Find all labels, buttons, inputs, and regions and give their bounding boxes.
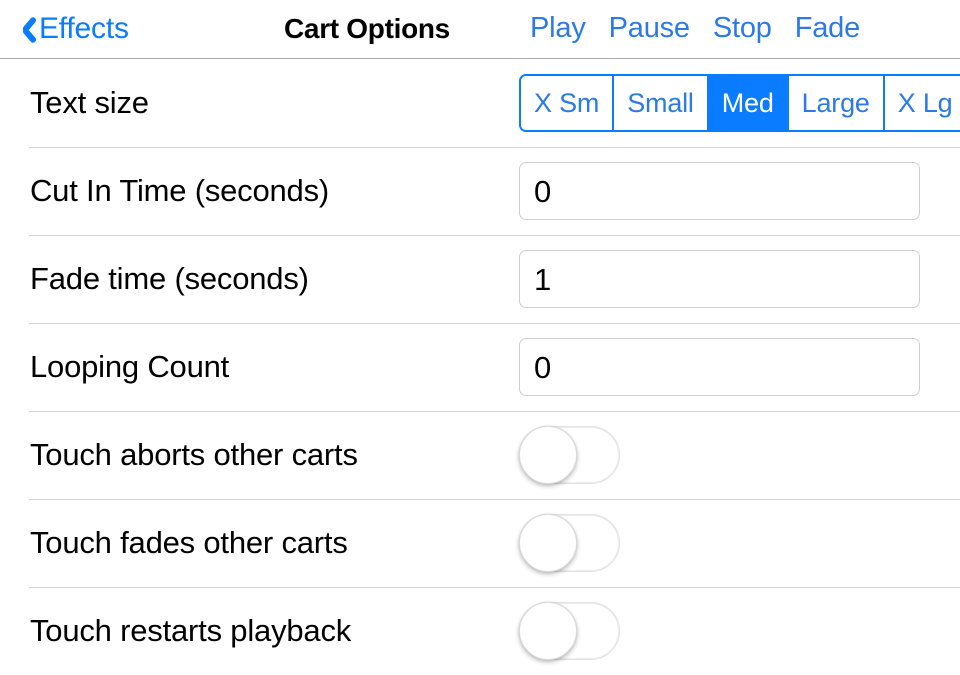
row-label-fade-time: Fade time (seconds) — [30, 261, 309, 296]
segment-large[interactable]: Large — [786, 76, 883, 130]
row-fade-time: Fade time (seconds) 1 — [0, 235, 960, 323]
toggle-knob — [519, 602, 577, 660]
row-touch-restarts-playback: Touch restarts playback — [0, 587, 960, 675]
back-button-label: Effects — [39, 12, 129, 45]
row-looping-count: Looping Count 0 — [0, 323, 960, 411]
fade-time-value: 1 — [534, 261, 552, 297]
chevron-left-icon — [12, 14, 32, 44]
row-text-size: Text size X Sm Small Med Large X Lg — [0, 59, 960, 147]
fade-time-input[interactable]: 1 — [519, 250, 920, 308]
looping-count-control-wrap: 0 — [519, 338, 920, 396]
segment-small[interactable]: Small — [612, 76, 707, 130]
text-size-segmented-control[interactable]: X Sm Small Med Large X Lg — [519, 74, 960, 132]
back-button[interactable]: Effects — [12, 12, 129, 46]
segment-med[interactable]: Med — [706, 76, 787, 130]
touch-aborts-control-wrap — [519, 426, 620, 484]
row-label-touch-fades-other-carts: Touch fades other carts — [30, 525, 348, 560]
page-title: Cart Options — [284, 13, 450, 44]
toggle-knob — [519, 426, 577, 484]
segment-x-sm[interactable]: X Sm — [521, 76, 613, 130]
looping-count-value: 0 — [534, 349, 552, 385]
fade-time-control-wrap: 1 — [519, 250, 920, 308]
toggle-knob — [519, 514, 577, 572]
cut-in-time-control-wrap: 0 — [519, 162, 920, 220]
touch-restarts-control-wrap — [519, 602, 620, 660]
row-touch-aborts-other-carts: Touch aborts other carts — [0, 411, 960, 499]
touch-restarts-playback-toggle[interactable] — [519, 602, 620, 660]
settings-list: Text size X Sm Small Med Large X Lg Cut … — [0, 59, 960, 675]
row-label-text-size: Text size — [30, 85, 149, 120]
row-label-touch-aborts-other-carts: Touch aborts other carts — [30, 437, 358, 472]
looping-count-input[interactable]: 0 — [519, 338, 920, 396]
row-cut-in-time: Cut In Time (seconds) 0 — [0, 147, 960, 235]
play-button[interactable]: Play — [530, 12, 586, 45]
row-label-cut-in-time: Cut In Time (seconds) — [30, 173, 330, 208]
row-label-touch-restarts-playback: Touch restarts playback — [30, 613, 352, 648]
navigation-bar: Effects Cart Options Play Pause Stop Fad… — [0, 0, 960, 59]
row-touch-fades-other-carts: Touch fades other carts — [0, 499, 960, 587]
touch-fades-control-wrap — [519, 514, 620, 572]
cut-in-time-input[interactable]: 0 — [519, 162, 920, 220]
navbar-actions: Play Pause Stop Fade — [530, 12, 860, 45]
row-label-looping-count: Looping Count — [30, 349, 230, 384]
touch-aborts-other-carts-toggle[interactable] — [519, 426, 620, 484]
text-size-control-wrap: X Sm Small Med Large X Lg — [519, 74, 960, 132]
stop-button[interactable]: Stop — [713, 12, 772, 45]
cut-in-time-value: 0 — [534, 173, 552, 209]
pause-button[interactable]: Pause — [609, 12, 690, 45]
fade-button[interactable]: Fade — [795, 12, 861, 45]
touch-fades-other-carts-toggle[interactable] — [519, 514, 620, 572]
segment-x-lg[interactable]: X Lg — [882, 76, 960, 130]
